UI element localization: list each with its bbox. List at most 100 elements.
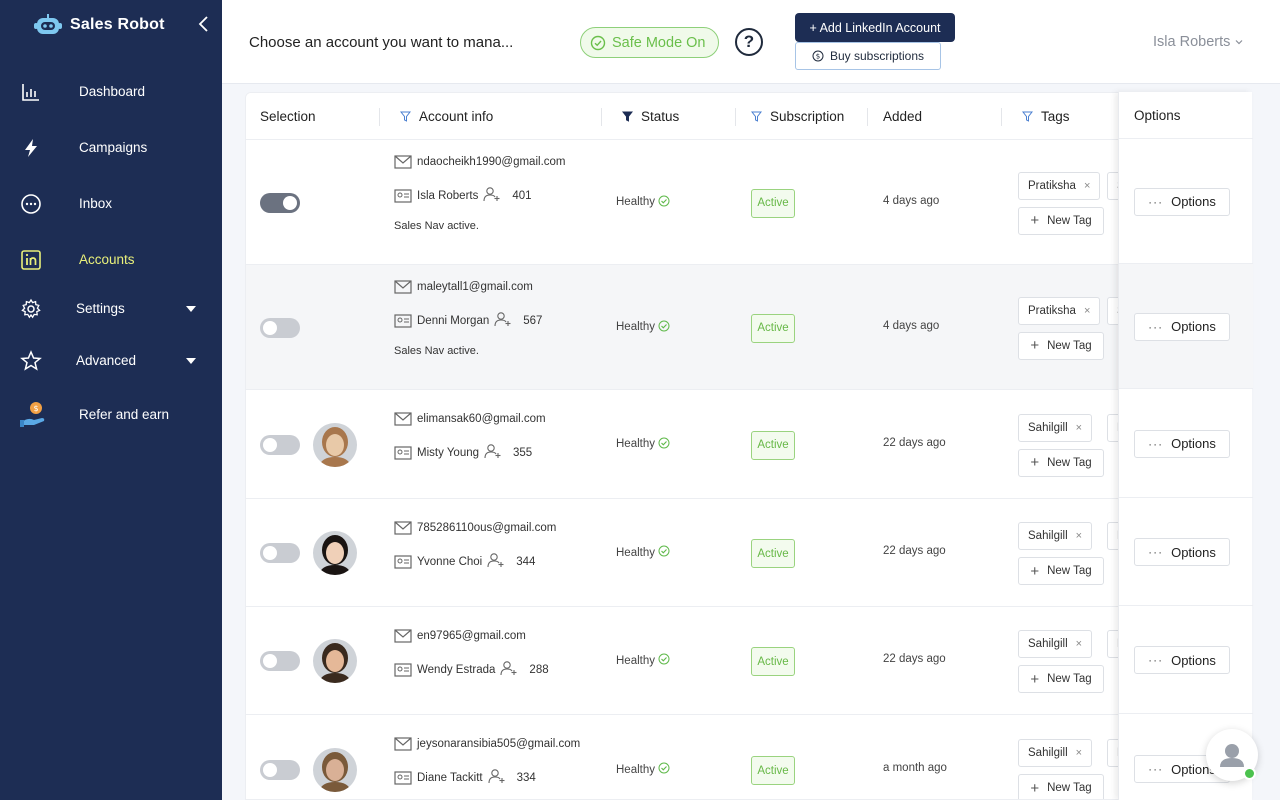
- new-tag-button[interactable]: + New Tag: [1018, 665, 1104, 693]
- selection-toggle[interactable]: [260, 434, 300, 455]
- brand[interactable]: Sales Robot: [34, 14, 165, 36]
- sidebar-item-campaigns[interactable]: Campaigns: [0, 129, 222, 165]
- plus-icon: +: [1030, 212, 1040, 229]
- collapse-sidebar-icon[interactable]: [196, 14, 212, 34]
- tag-chip[interactable]: Pratiksha ×: [1018, 296, 1101, 325]
- filter-icon[interactable]: [400, 111, 411, 122]
- chevron-down-icon: [1235, 40, 1243, 45]
- help-button[interactable]: ?: [735, 28, 763, 56]
- selection-toggle[interactable]: [260, 543, 300, 563]
- chat-bubble-icon: [21, 194, 41, 214]
- email-text: ndaocheikh1990@gmail.com: [417, 156, 566, 168]
- connections-count: 355: [513, 446, 533, 459]
- filter-icon[interactable]: [751, 111, 762, 122]
- question-mark-icon: ?: [743, 32, 755, 51]
- options-label: Options: [1171, 544, 1216, 560]
- chevron-down-icon[interactable]: [186, 358, 196, 364]
- buy-subscriptions-button[interactable]: $ Buy subscriptions: [795, 42, 941, 70]
- plus-icon: +: [1030, 670, 1040, 688]
- more-dots-icon: ···: [1148, 545, 1164, 559]
- subscription-badge: Active: [751, 539, 795, 568]
- subscription-badge: Active: [751, 188, 795, 218]
- new-tag-button[interactable]: + New Tag: [1018, 774, 1104, 799]
- id-card-icon: [394, 313, 412, 328]
- plus-icon: +: [1030, 779, 1040, 797]
- tag-chip[interactable]: Sahilgill ×: [1018, 413, 1093, 442]
- selection-toggle[interactable]: [260, 651, 300, 671]
- options-cell: ··· Options: [1119, 606, 1253, 714]
- selection-toggle[interactable]: [260, 317, 300, 338]
- sales-nav-status: Sales Nav active.: [394, 220, 479, 232]
- column-label: Selection: [260, 109, 316, 124]
- sidebar-item-label: Accounts: [79, 251, 135, 267]
- remove-tag-icon[interactable]: ×: [1076, 638, 1082, 650]
- status-badge: Healthy: [616, 437, 670, 452]
- column-label: Options: [1134, 108, 1181, 123]
- options-button[interactable]: ··· Options: [1134, 538, 1230, 566]
- check-circle-icon: [658, 762, 670, 777]
- tag-chip[interactable]: Sahilgill ×: [1018, 739, 1093, 767]
- sales-nav-status: Sales Nav active.: [394, 345, 479, 357]
- robot-logo-icon: [34, 14, 62, 34]
- new-tag-button[interactable]: + New Tag: [1018, 206, 1104, 235]
- remove-tag-icon[interactable]: ×: [1084, 305, 1090, 317]
- column-label: Status: [641, 109, 680, 124]
- account-email: en97965@gmail.com: [394, 629, 526, 643]
- chat-support-button[interactable]: [1206, 729, 1258, 781]
- user-name: Isla Roberts: [1153, 34, 1231, 50]
- safe-mode-badge[interactable]: Safe Mode On: [580, 27, 719, 58]
- options-button[interactable]: ··· Options: [1134, 429, 1230, 458]
- filter-active-icon[interactable]: [622, 111, 633, 122]
- account-email: jeysonaransibia505@gmail.com: [394, 737, 580, 751]
- status-badge: Healthy: [616, 545, 670, 560]
- selection-toggle[interactable]: [260, 760, 300, 780]
- more-dots-icon: ···: [1148, 319, 1164, 334]
- remove-tag-icon[interactable]: ×: [1084, 180, 1090, 192]
- options-button[interactable]: ··· Options: [1134, 187, 1230, 216]
- sidebar-item-advanced[interactable]: Advanced: [0, 342, 222, 378]
- tag-chip[interactable]: Sahilgill ×: [1018, 522, 1093, 550]
- user-menu[interactable]: Isla Roberts: [1153, 34, 1244, 50]
- sidebar-item-inbox[interactable]: Inbox: [0, 185, 222, 221]
- remove-tag-icon[interactable]: ×: [1076, 747, 1082, 759]
- sidebar-item-settings[interactable]: Settings: [0, 290, 222, 326]
- new-tag-button[interactable]: + New Tag: [1018, 448, 1104, 477]
- remove-tag-icon[interactable]: ×: [1076, 422, 1082, 434]
- remove-tag-icon[interactable]: ×: [1076, 530, 1082, 542]
- table-row: jeysonaransibia505@gmail.com Diane Tackit…: [246, 715, 1251, 799]
- id-card-icon: [394, 445, 412, 460]
- new-tag-button[interactable]: + New Tag: [1018, 331, 1104, 360]
- selection-toggle[interactable]: [260, 192, 300, 213]
- name-text: Wendy Estrada: [417, 663, 496, 676]
- table-row: maleytall1@gmail.com Denni Morgan 567 Sales…: [246, 265, 1251, 390]
- more-dots-icon: ···: [1148, 653, 1164, 667]
- sidebar-item-refer-and-earn[interactable]: $ Refer and earn: [0, 396, 222, 432]
- chevron-down-icon[interactable]: [186, 306, 196, 312]
- name-text: Isla Roberts: [417, 189, 479, 202]
- status-badge: Healthy: [616, 653, 670, 668]
- mail-icon: [394, 629, 412, 643]
- star-icon: [20, 350, 42, 371]
- sidebar-item-accounts[interactable]: Accounts: [0, 241, 222, 277]
- id-card-icon: [394, 770, 412, 785]
- sidebar-item-dashboard[interactable]: Dashboard: [0, 73, 222, 109]
- options-button[interactable]: ··· Options: [1134, 312, 1230, 341]
- add-linkedin-account-button[interactable]: + Add LinkedIn Account: [795, 13, 955, 42]
- options-button[interactable]: ··· Options: [1134, 646, 1230, 674]
- column-label: Subscription: [770, 109, 845, 124]
- tag-chip[interactable]: Pratiksha ×: [1018, 171, 1101, 200]
- lightning-icon: [25, 139, 37, 157]
- plus-icon: +: [1030, 337, 1040, 354]
- filter-icon[interactable]: [1022, 111, 1033, 122]
- mail-icon: [394, 737, 412, 751]
- connections-icon: [500, 660, 518, 679]
- options-cell: ··· Options: [1119, 498, 1253, 606]
- new-tag-button[interactable]: + New Tag: [1018, 557, 1104, 585]
- new-tag-label: New Tag: [1047, 565, 1092, 577]
- tag-label: Sahilgill: [1028, 530, 1068, 542]
- new-tag-label: New Tag: [1047, 214, 1092, 227]
- tag-chip[interactable]: Sahilgill ×: [1018, 630, 1093, 658]
- options-label: Options: [1171, 652, 1216, 668]
- more-dots-icon: ···: [1148, 762, 1164, 776]
- plus-icon: +: [1030, 562, 1040, 580]
